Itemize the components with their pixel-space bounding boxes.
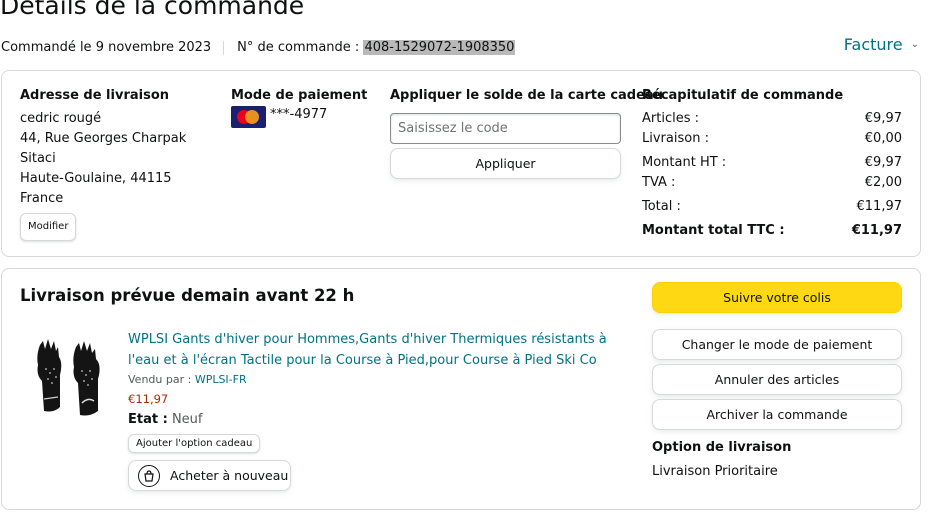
summary-heading: Récapitulatif de commande xyxy=(642,88,844,103)
summary-row: Articles : €9,97 xyxy=(642,111,902,126)
product-condition: Etat : Neuf xyxy=(128,412,203,427)
archive-order-button[interactable]: Archiver la commande xyxy=(652,399,902,430)
invoice-dropdown[interactable]: Facture ⌄ xyxy=(844,35,919,54)
order-date: Commandé le 9 novembre 2023 xyxy=(1,40,212,55)
gloves-product-image[interactable] xyxy=(30,335,110,417)
summary-label: Montant HT : xyxy=(642,155,727,170)
summary-value: €0,00 xyxy=(864,131,902,146)
card-digits: ***-4977 xyxy=(270,107,328,122)
summary-value: €9,97 xyxy=(864,155,902,170)
summary-value: €11,97 xyxy=(851,223,902,238)
divider xyxy=(223,40,225,55)
summary-label: TVA : xyxy=(642,175,676,190)
order-info-panel: Adresse de livraison cedric rougé 44, Ru… xyxy=(1,70,921,257)
product-price: €11,97 xyxy=(128,392,169,406)
summary-row: TVA : €2,00 xyxy=(642,175,902,190)
address-line: Haute-Goulaine, 44115 xyxy=(20,171,172,186)
summary-value: €11,97 xyxy=(856,199,903,214)
address-line: Sitaci xyxy=(20,151,56,166)
summary-row: Livraison : €0,00 xyxy=(642,131,902,146)
buy-again-label: Acheter à nouveau xyxy=(170,468,289,483)
summary-label: Livraison : xyxy=(642,131,709,146)
shipping-address: cedric rougé 44, Rue Georges Charpak Sit… xyxy=(20,109,186,241)
gift-card-heading: Appliquer le solde de la carte cadeau xyxy=(390,88,663,103)
address-line: France xyxy=(20,191,64,206)
track-package-button[interactable]: Suivre votre colis xyxy=(652,282,902,313)
buy-again-button[interactable]: Acheter à nouveau xyxy=(128,460,291,491)
summary-label: Articles : xyxy=(642,111,699,126)
invoice-label: Facture xyxy=(843,35,903,54)
summary-label: Montant total TTC : xyxy=(642,223,785,238)
mastercard-icon xyxy=(231,106,266,128)
condition-value: Neuf xyxy=(171,412,203,427)
summary-value: €9,97 xyxy=(864,111,902,126)
sold-by-label: Vendu par : xyxy=(128,373,192,386)
address-line: 44, Rue Georges Charpak xyxy=(20,131,187,146)
summary-value: €2,00 xyxy=(864,175,902,190)
delivery-panel: Livraison prévue demain avant 22 h WPLSI… xyxy=(1,268,921,510)
delivery-title: Livraison prévue demain avant 22 h xyxy=(20,286,355,305)
modify-address-button[interactable]: Modifier xyxy=(20,213,77,241)
sold-by: Vendu par : WPLSI-FR xyxy=(128,373,247,386)
summary-total-row: Montant total TTC : €11,97 xyxy=(642,223,902,238)
delivery-option-heading: Option de livraison xyxy=(652,440,792,455)
summary-label: Total : xyxy=(642,199,681,214)
seller-link[interactable]: WPLSI-FR xyxy=(195,373,247,386)
order-meta: Commandé le 9 novembre 2023 N° de comman… xyxy=(1,40,516,55)
address-line: cedric rougé xyxy=(20,111,102,126)
gift-code-input[interactable] xyxy=(390,113,621,144)
delivery-option-value: Livraison Prioritaire xyxy=(652,464,778,479)
condition-label: Etat : xyxy=(128,412,168,427)
product-title-link[interactable]: WPLSI Gants d'hiver pour Hommes,Gants d'… xyxy=(128,329,633,371)
summary-row: Total : €11,97 xyxy=(642,199,902,214)
page-title: Détails de la commande xyxy=(0,0,305,20)
chevron-down-icon: ⌄ xyxy=(910,39,919,50)
order-number-label: N° de commande : xyxy=(237,40,360,55)
gift-option-button[interactable]: Ajouter l'option cadeau xyxy=(128,434,261,453)
apply-button[interactable]: Appliquer xyxy=(390,148,621,179)
cancel-items-button[interactable]: Annuler des articles xyxy=(652,364,902,395)
summary-row: Montant HT : €9,97 xyxy=(642,155,902,170)
shipping-heading: Adresse de livraison xyxy=(20,88,170,103)
payment-heading: Mode de paiement xyxy=(231,88,368,103)
change-payment-button[interactable]: Changer le mode de paiement xyxy=(652,329,902,360)
reorder-icon xyxy=(138,464,160,487)
order-number[interactable]: 408-1529072-1908350 xyxy=(363,40,516,55)
